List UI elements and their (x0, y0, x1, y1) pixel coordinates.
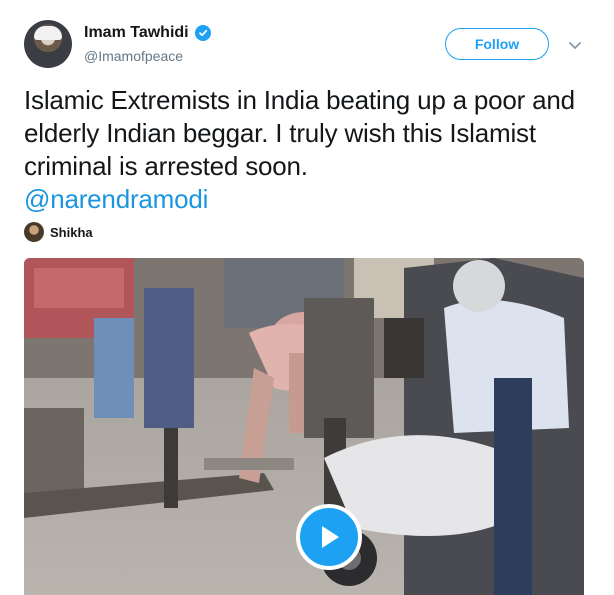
chevron-down-icon[interactable] (568, 38, 582, 50)
mention-link[interactable]: @narendramodi (24, 183, 594, 216)
tagged-user-name: Shikha (50, 224, 93, 240)
video-player[interactable] (24, 258, 584, 595)
author-display-name[interactable]: Imam Tawhidi (84, 24, 189, 42)
play-button[interactable] (296, 504, 362, 570)
verified-badge-icon (194, 25, 211, 41)
tweet-body: Islamic Extremists in India beating up a… (24, 85, 575, 181)
tagged-user[interactable]: Shikha (24, 222, 93, 242)
author-avatar[interactable] (24, 20, 72, 68)
tweet-text: Islamic Extremists in India beating up a… (24, 84, 594, 216)
tagged-user-avatar (24, 222, 44, 242)
play-icon (316, 523, 342, 551)
follow-button[interactable]: Follow (445, 28, 549, 60)
author-name-row: Imam Tawhidi (84, 24, 211, 42)
author-handle[interactable]: @Imamofpeace (84, 48, 183, 64)
